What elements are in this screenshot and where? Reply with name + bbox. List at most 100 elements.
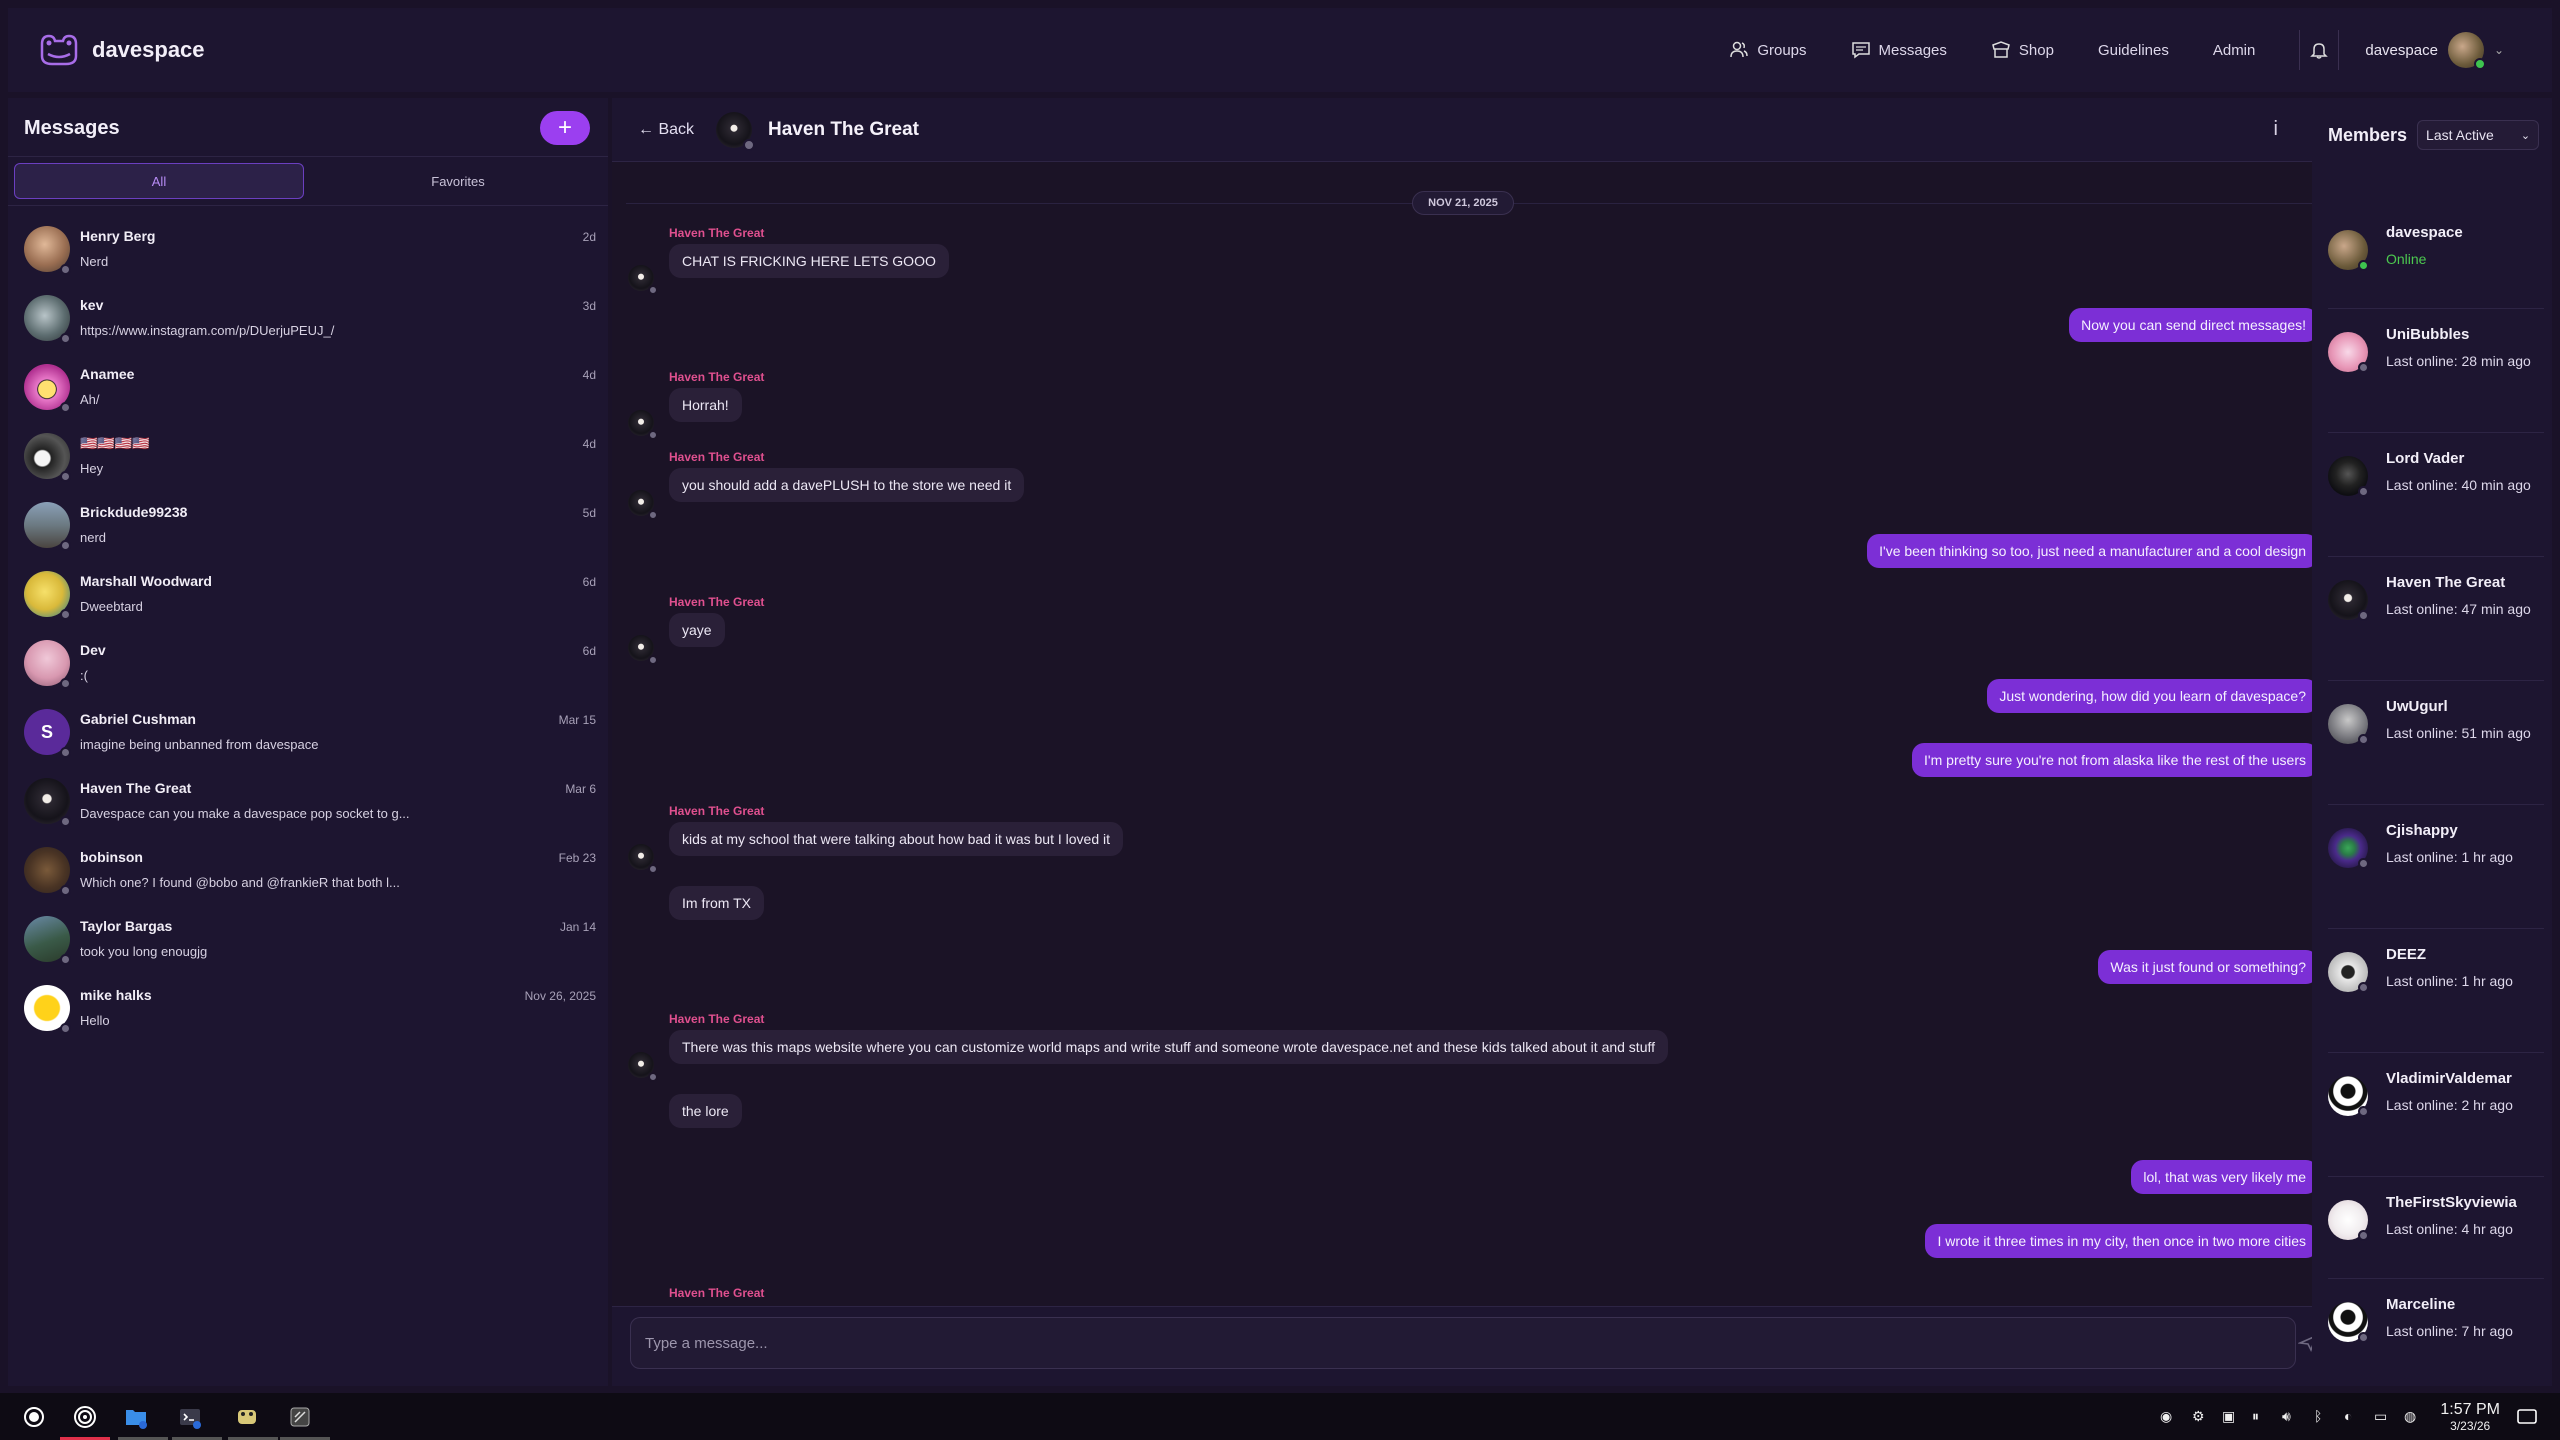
status-dot	[60, 1023, 71, 1034]
message-bubble: Now you can send direct messages!	[2069, 308, 2318, 342]
message-bubble: Im from TX	[669, 886, 764, 920]
volume-icon[interactable]: 🔊︎	[2282, 1408, 2291, 1425]
new-message-button[interactable]: +	[540, 111, 590, 145]
conversation-name: Haven The Great	[80, 780, 192, 796]
notifications-button[interactable]	[2299, 30, 2340, 70]
conversation-name: Brickdude99238	[80, 504, 188, 520]
conversation-name: bobinson	[80, 849, 143, 865]
nav-shop[interactable]: Shop	[1991, 40, 2054, 60]
clock-date: 3/23/26	[2450, 1419, 2491, 1433]
conversation-date: Jan 14	[559, 920, 596, 934]
brightness-icon[interactable]: ◐	[2344, 1408, 2352, 1424]
conversation-item[interactable]: Dev 6d :(	[24, 636, 596, 696]
back-button[interactable]: ← Back	[638, 121, 694, 139]
conversation-name: Henry Berg	[80, 228, 156, 244]
avatar	[2447, 32, 2486, 70]
nav-admin[interactable]: Admin	[2213, 42, 2256, 59]
users-icon	[1730, 41, 1749, 58]
message-input[interactable]	[630, 1317, 2296, 1369]
nav-groups-label: Groups	[1757, 41, 1807, 59]
system-clock[interactable]: 1:57 PM 3/23/26	[2440, 1401, 2500, 1433]
sender-name: Haven The Great	[669, 804, 765, 818]
panel-title: Messages	[24, 116, 120, 139]
divider	[2328, 680, 2544, 681]
nav-shop-label: Shop	[2018, 41, 2054, 59]
start-menu-icon[interactable]	[22, 1405, 46, 1429]
nav-admin-label: Admin	[2212, 41, 2256, 59]
conversation-item[interactable]: kev 3d https://www.instagram.com/p/DUerj…	[24, 291, 596, 351]
message-bubble: you should add a davePLUSH to the store …	[669, 468, 1025, 502]
member-status: Last online: 2 hr ago	[2386, 1097, 2513, 1113]
clipboard-tray-icon[interactable]: ▣	[2222, 1408, 2235, 1425]
display-icon[interactable]: ▭	[2374, 1408, 2387, 1425]
browser-icon[interactable]	[73, 1405, 97, 1429]
message-bubble: Horrah!	[669, 388, 742, 422]
conversation-item[interactable]: Brickdude99238 5d nerd	[24, 498, 596, 558]
conversation-preview: Hello	[80, 1013, 110, 1028]
conversation-item[interactable]: Marshall Woodward 6d Dweebtard	[24, 567, 596, 627]
conversation-item[interactable]: S Gabriel Cushman Mar 15 imagine being u…	[24, 705, 596, 765]
app-name: davespace	[92, 37, 205, 62]
message-bubble: kids at my school that were talking abou…	[669, 822, 1124, 856]
status-dot	[2358, 362, 2369, 373]
network-icon[interactable]: ◍	[2404, 1408, 2416, 1425]
chat-panel: ← Back Haven The Great i NOV 21, 2025 Ha…	[612, 98, 2356, 1386]
tab-all[interactable]: All	[14, 163, 304, 199]
tab-favorites[interactable]: Favorites	[314, 163, 602, 199]
frog-app-icon[interactable]	[235, 1405, 259, 1429]
divider	[2328, 556, 2544, 557]
member-name: UniBubbles	[2386, 326, 2470, 343]
nav-groups[interactable]: Groups	[1729, 40, 1807, 60]
divider	[2328, 804, 2544, 805]
status-dot	[60, 471, 71, 482]
status-dot	[2358, 1230, 2369, 1241]
pause-tray-icon[interactable]: ⏸	[2252, 1408, 2259, 1425]
members-title: Members	[2328, 124, 2408, 145]
notes-app-icon[interactable]	[288, 1405, 312, 1429]
nav-guidelines-label: Guidelines	[2097, 41, 2169, 59]
status-dot	[60, 816, 71, 827]
bluetooth-icon[interactable]: ᛒ	[2314, 1408, 2322, 1424]
sender-name: Haven The Great	[669, 1012, 765, 1026]
terminal-icon[interactable]	[178, 1405, 202, 1429]
conversation-item[interactable]: Haven The Great Mar 6 Davespace can you …	[24, 774, 596, 834]
message-bubble: Was it just found or something?	[2098, 950, 2318, 984]
conversation-preview: took you long enougjg	[80, 944, 208, 959]
status-dot	[2358, 858, 2369, 869]
conversation-item[interactable]: bobinson Feb 23 Which one? I found @bobo…	[24, 843, 596, 903]
steam-tray-icon[interactable]: ⚙	[2192, 1408, 2205, 1425]
message-bubble: I wrote it three times in my city, then …	[1925, 1224, 2318, 1258]
info-button[interactable]: i	[2274, 118, 2278, 141]
status-dot	[60, 678, 71, 689]
conversation-name: Anamee	[80, 366, 135, 382]
main-nav: Groups Messages Shop Guidelines Admin da…	[1729, 8, 2552, 92]
conversation-item[interactable]: 🇺🇸🇺🇸🇺🇸🇺🇸 4d Hey	[24, 429, 596, 489]
message-bubble: the lore	[669, 1094, 742, 1128]
sort-select[interactable]: Last Active ⌄	[2417, 120, 2540, 150]
conversation-preview: Nerd	[80, 254, 109, 269]
conversation-preview: nerd	[80, 530, 107, 545]
conversation-item[interactable]: Henry Berg 2d Nerd	[24, 222, 596, 282]
folder-icon[interactable]	[124, 1405, 148, 1429]
logo[interactable]: davespace	[38, 32, 205, 68]
member-name: Cjishappy	[2386, 822, 2458, 839]
status-dot	[60, 747, 71, 758]
nav-messages[interactable]: Messages	[1851, 40, 1947, 60]
conversation-item[interactable]: mike halks Nov 26, 2025 Hello	[24, 981, 596, 1041]
sender-name: Haven The Great	[669, 450, 765, 464]
conversation-date: 6d	[582, 644, 596, 658]
nav-guidelines[interactable]: Guidelines	[2098, 42, 2169, 59]
online-indicator	[2473, 58, 2486, 70]
avatar	[628, 410, 658, 440]
member-status: Last online: 7 hr ago	[2386, 1323, 2513, 1339]
message-bubble: I've been thinking so too, just need a m…	[1867, 534, 2318, 568]
conversation-preview: Dweebtard	[80, 599, 143, 614]
user-menu[interactable]: davespace ⌄	[2365, 32, 2504, 70]
conversation-item[interactable]: Anamee 4d Ah/	[24, 360, 596, 420]
nav-messages-label: Messages	[1878, 41, 1947, 59]
status-dot	[648, 510, 658, 520]
conversation-item[interactable]: Taylor Bargas Jan 14 took you long enoug…	[24, 912, 596, 972]
notification-center-icon[interactable]	[2516, 1406, 2538, 1428]
discord-tray-icon[interactable]: ◉	[2160, 1408, 2172, 1425]
frog-logo-icon	[40, 34, 78, 66]
